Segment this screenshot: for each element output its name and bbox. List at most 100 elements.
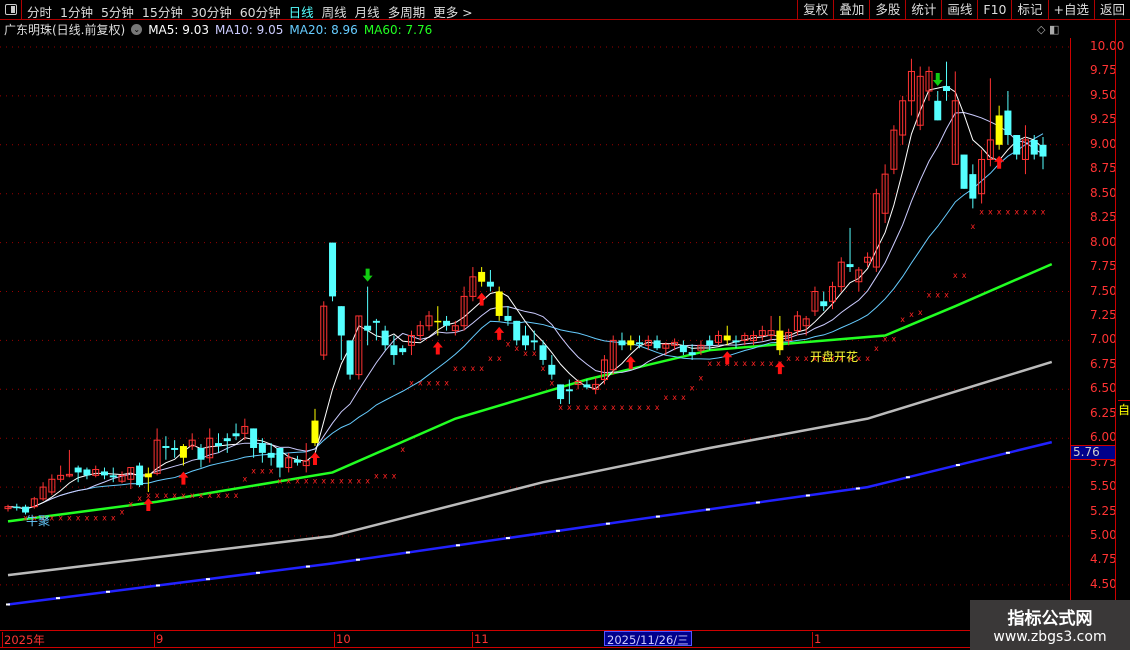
annotation-right: 开盘开花	[810, 350, 859, 364]
blue-line-marker	[605, 522, 610, 525]
sar-marker: x	[93, 513, 98, 522]
sar-marker: x	[453, 364, 458, 373]
sar-marker: x	[611, 403, 616, 412]
candle-body	[557, 384, 565, 400]
sar-marker: x	[690, 383, 695, 392]
date-tick-label: 1	[812, 632, 822, 648]
candle-body	[390, 345, 398, 356]
buy-arrow-icon	[494, 326, 505, 340]
blue-line-marker	[655, 515, 660, 518]
candle-body	[223, 438, 231, 442]
blue-line-marker	[455, 544, 460, 547]
sar-marker: x	[58, 513, 63, 522]
sar-marker: x	[128, 500, 133, 509]
sar-marker: x	[962, 271, 967, 280]
sar-marker: x	[716, 359, 721, 368]
sar-marker: x	[1014, 207, 1019, 216]
price-tick-label: 4.75	[1090, 552, 1117, 567]
blue-line-marker	[555, 529, 560, 532]
sar-marker: x	[234, 491, 239, 500]
sar-marker: x	[541, 364, 546, 373]
candle-body	[267, 452, 275, 458]
sar-marker: x	[444, 378, 449, 387]
candle-body	[706, 340, 714, 346]
blue-line-marker	[405, 551, 410, 554]
sar-marker: x	[988, 207, 993, 216]
price-tick-label: 4.50	[1090, 576, 1117, 591]
sar-marker: x	[207, 491, 212, 500]
candle-body	[215, 443, 223, 447]
price-tick-label: 7.25	[1090, 307, 1117, 322]
sar-marker: x	[909, 310, 914, 319]
sar-marker: x	[953, 271, 958, 280]
sar-marker: x	[383, 471, 388, 480]
price-tick-label: 5.00	[1090, 528, 1117, 542]
sar-marker: x	[514, 344, 519, 353]
candle-body	[495, 291, 503, 316]
price-tick-label: 5.25	[1090, 503, 1117, 518]
price-tick-label: 8.75	[1090, 161, 1117, 176]
candle-body	[109, 475, 117, 478]
sar-marker: x	[427, 378, 432, 387]
sar-marker: x	[295, 476, 300, 485]
sar-marker: x	[585, 403, 590, 412]
sar-marker: x	[672, 393, 677, 402]
sar-marker: x	[269, 466, 274, 475]
candle-body	[100, 471, 108, 476]
sar-marker: x	[532, 349, 537, 358]
sar-marker: x	[935, 290, 940, 299]
blue-line-marker	[805, 494, 810, 497]
candle-body	[232, 433, 240, 437]
toolbar-button[interactable]: 返回	[1093, 0, 1130, 20]
candle-body	[636, 342, 644, 345]
right-panel-item: 自	[1118, 400, 1130, 418]
sar-marker: x	[1041, 207, 1046, 216]
sar-marker: x	[400, 445, 405, 454]
price-tick-label: 6.50	[1090, 381, 1117, 396]
blue-line-marker	[705, 508, 710, 511]
sar-marker: x	[304, 476, 309, 485]
candle-body	[162, 446, 170, 448]
candle-body	[171, 447, 179, 450]
sar-marker: x	[883, 334, 888, 343]
sar-marker: x	[506, 339, 511, 348]
sar-marker: x	[549, 378, 554, 387]
candle-body	[83, 469, 91, 476]
sar-marker: x	[339, 476, 344, 485]
sar-marker: x	[76, 513, 81, 522]
candle-body	[522, 335, 529, 346]
sar-marker: x	[181, 491, 186, 500]
selected-date: 2025/11/26/三	[604, 631, 692, 647]
candle-body	[583, 384, 591, 388]
sar-marker: x	[313, 476, 318, 485]
candle-body	[144, 473, 152, 478]
blue-line-marker	[205, 578, 210, 581]
gray-line	[7, 360, 1053, 577]
candlestick-chart[interactable]: x x x x x x x x x x xxxx x x x x x x x x x x xxx x xx x x x x x x x x x x…	[0, 0, 1070, 630]
sar-marker: x	[620, 403, 625, 412]
blue-line	[7, 440, 1053, 606]
price-tick-label: 7.50	[1090, 283, 1117, 298]
sar-marker: x	[260, 466, 265, 475]
price-tick-label: 5.50	[1090, 479, 1117, 494]
candle-body	[732, 340, 740, 343]
sar-marker: x	[137, 494, 142, 503]
sar-marker: x	[576, 403, 581, 412]
sar-marker: x	[997, 207, 1002, 216]
sar-marker: x	[479, 364, 484, 373]
sar-marker: x	[242, 474, 247, 483]
right-panel[interactable]: 自	[1115, 20, 1130, 650]
sar-marker: x	[462, 364, 467, 373]
candle-body	[723, 335, 731, 341]
date-tick-label: 11	[472, 632, 489, 648]
sar-marker: x	[365, 476, 370, 485]
candle-body	[1004, 110, 1012, 136]
sar-marker: x	[786, 354, 791, 363]
sar-marker: x	[927, 290, 932, 299]
date-tick-label: 10	[334, 632, 351, 648]
blue-line-marker	[105, 590, 110, 593]
ma60-line	[7, 262, 1053, 523]
blue-line-marker	[6, 603, 10, 606]
candle-body	[530, 340, 538, 343]
sar-marker: x	[742, 359, 747, 368]
